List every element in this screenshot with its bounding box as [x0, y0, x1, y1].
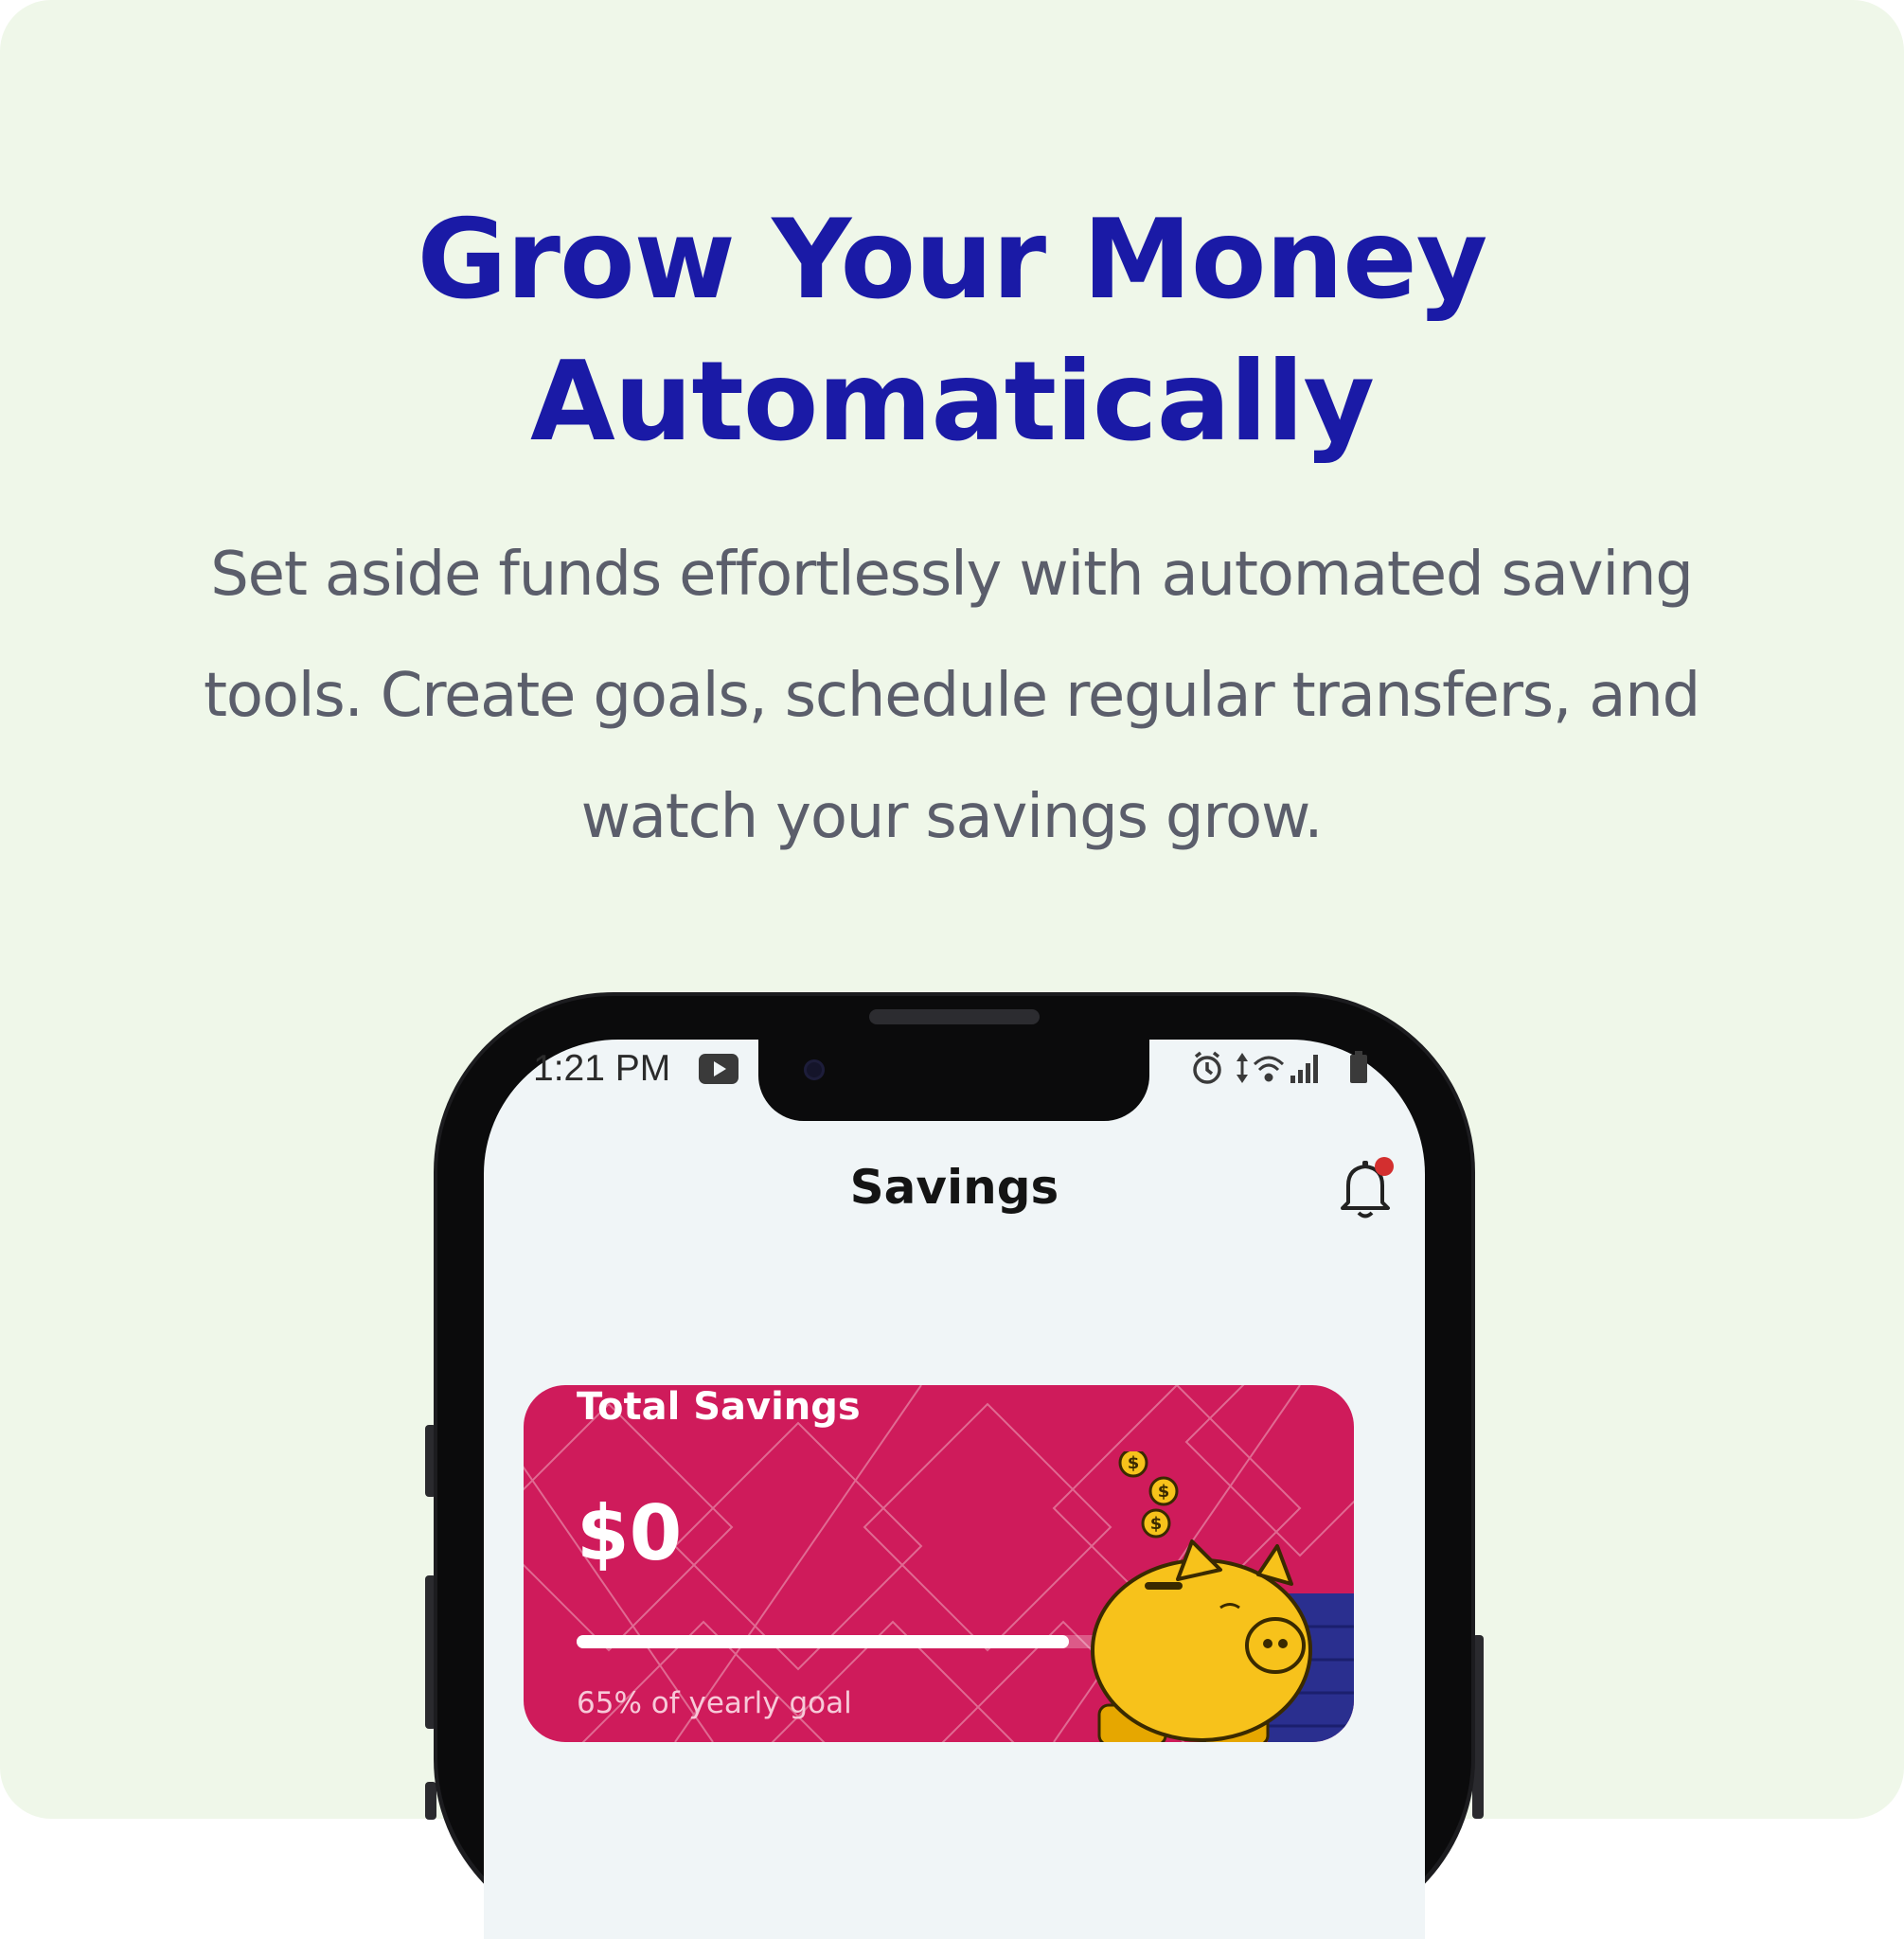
- savings-amount: $0: [577, 1489, 683, 1577]
- app-title: Savings: [849, 1160, 1059, 1215]
- piggy-bank-icon: $ $ $: [1091, 1451, 1354, 1742]
- alarm-icon: [1193, 1051, 1221, 1084]
- signal-icon: [1290, 1055, 1318, 1083]
- wifi-icon: [1253, 1056, 1285, 1082]
- headline-line-1: Grow Your Money: [417, 196, 1488, 324]
- front-camera: [804, 1059, 825, 1080]
- headline: Grow Your Money Automatically: [0, 189, 1904, 473]
- svg-text:$: $: [1150, 1514, 1163, 1534]
- status-time: 1:21 PM: [533, 1048, 671, 1089]
- data-arrows-icon: [1237, 1053, 1248, 1083]
- battery-icon: [1350, 1051, 1367, 1083]
- total-savings-card[interactable]: Total Savings $0 65% of yearly goal $ $ …: [524, 1385, 1354, 1742]
- svg-text:$: $: [1158, 1482, 1170, 1502]
- notification-badge: [1375, 1157, 1394, 1176]
- bell-icon[interactable]: [1337, 1155, 1394, 1221]
- card-label: Total Savings: [577, 1385, 861, 1429]
- youtube-icon: [699, 1054, 738, 1084]
- headline-line-2: Automatically: [529, 338, 1375, 466]
- svg-text:$: $: [1128, 1453, 1140, 1473]
- description: Set aside funds effortlessly with automa…: [203, 540, 1700, 852]
- phone-speaker: [869, 1009, 1040, 1024]
- goal-progress-text: 65% of yearly goal: [577, 1686, 852, 1720]
- phone-volume-down-button: [425, 1782, 436, 1820]
- savings-progress-fill: [577, 1635, 1069, 1648]
- status-icons: [1193, 1051, 1367, 1084]
